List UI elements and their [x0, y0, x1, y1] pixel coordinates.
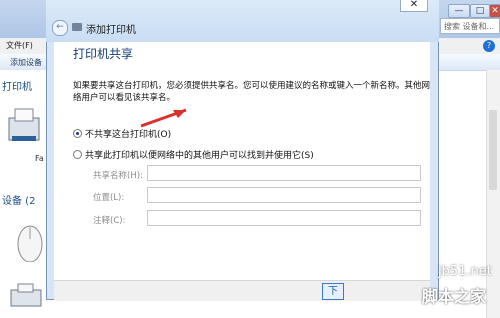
location-field[interactable] [147, 187, 421, 203]
scrollbar[interactable] [486, 70, 500, 318]
device-label: Fa [35, 154, 44, 163]
maximize-button[interactable]: □ [470, 4, 490, 18]
share-name-label: 共享名称(H): [93, 171, 143, 181]
printers-section-title: 打印机 [2, 82, 32, 93]
devices-section-title: 设备 (2 [2, 196, 36, 207]
dialog-footer [54, 280, 430, 301]
next-button[interactable]: 下 [322, 283, 344, 300]
scrollbar-thumb[interactable] [489, 110, 497, 190]
comment-label: 注释(C): [93, 216, 126, 226]
dialog-title: 添加打印机 [86, 25, 136, 36]
back-arrow-icon[interactable]: ← [52, 20, 68, 36]
share-name-field[interactable] [147, 165, 421, 181]
share-description: 如果要共享这台打印机，您必须提供共享名。您可以使用建议的名称或键入一个新名称。其… [73, 81, 431, 103]
search-input[interactable]: 搜索 设备和... [440, 18, 500, 34]
dialog-content [54, 42, 430, 280]
printer-icon [8, 108, 40, 141]
share-radio[interactable] [73, 150, 82, 159]
printer-title-icon [72, 23, 82, 31]
location-label: 位置(L): [93, 193, 125, 203]
page-title: 打印机共享 [73, 47, 134, 61]
dialog-close-button[interactable]: ✕ [400, 0, 428, 12]
add-device-button[interactable]: 添加设备 [10, 57, 42, 68]
close-window-button[interactable]: ✕ [489, 4, 500, 18]
no-share-option[interactable]: 不共享这台打印机(O) [85, 127, 171, 140]
mouse-icon [17, 225, 43, 262]
minimize-button[interactable]: — [448, 4, 470, 18]
file-menu[interactable]: 文件(F) [6, 40, 33, 51]
comment-field[interactable] [147, 210, 421, 226]
share-option[interactable]: 共享此打印机以便网络中的其他用户可以找到并使用它(S) [85, 148, 314, 161]
no-share-radio[interactable] [73, 129, 82, 138]
device-icon [10, 283, 42, 307]
watermark-text: 脚本之家 [422, 287, 487, 306]
watermark-url: jb51.net [438, 264, 492, 279]
help-icon[interactable]: ? [483, 40, 495, 52]
